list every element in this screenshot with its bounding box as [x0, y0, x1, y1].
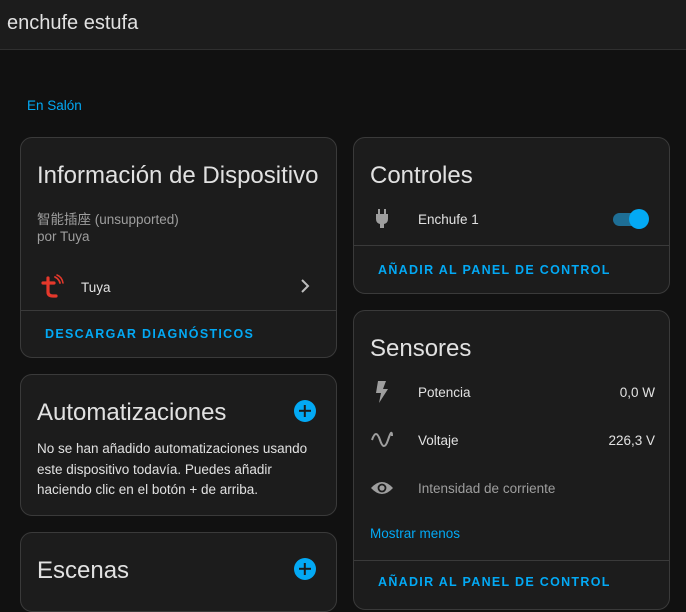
- download-diagnostics-button[interactable]: DESCARGAR DIAGNÓSTICOS: [45, 327, 254, 341]
- scenes-title: Escenas: [37, 557, 130, 584]
- automations-empty-text: No se han añadido automatizaciones usand…: [37, 441, 308, 497]
- flash-icon: [373, 380, 391, 409]
- sensor-value: 0,0 W: [619, 385, 655, 400]
- automations-card: Automatizaciones No se han añadido autom…: [20, 374, 337, 516]
- power-plug-icon: [374, 208, 390, 235]
- sensors-title: Sensores: [370, 335, 472, 362]
- integration-label: Tuya: [81, 280, 111, 295]
- device-info-card: Información de Dispositivo 智能插座 (unsuppo…: [20, 137, 337, 358]
- device-model: 智能插座 (unsupported): [37, 212, 179, 227]
- add-automation-button[interactable]: [294, 400, 316, 422]
- page-title: enchufe estufa: [7, 12, 139, 34]
- controls-add-to-dashboard-button[interactable]: AÑADIR AL PANEL DE CONTROL: [378, 263, 611, 277]
- sine-wave-icon: [371, 430, 393, 455]
- device-info-title: Información de Dispositivo: [37, 162, 319, 189]
- sensor-label: Intensidad de corriente: [418, 481, 556, 496]
- enchufe-1-toggle[interactable]: [611, 208, 649, 230]
- sensor-label: Voltaje: [418, 433, 459, 448]
- controls-title: Controles: [370, 162, 473, 189]
- integration-row[interactable]: Tuya: [21, 266, 336, 306]
- divider: [21, 310, 336, 311]
- sensors-card: Sensores Potencia 0,0 W Voltaje 226,3 V …: [353, 310, 670, 610]
- area-link[interactable]: En Salón: [27, 98, 82, 113]
- scenes-card: Escenas: [20, 532, 337, 612]
- entity-label: Enchufe 1: [418, 212, 479, 227]
- sensor-row-voltaje[interactable]: Voltaje 226,3 V: [354, 425, 669, 455]
- show-less-link[interactable]: Mostrar menos: [370, 526, 460, 541]
- sensor-label: Potencia: [418, 385, 471, 400]
- sensor-value: 226,3 V: [608, 433, 655, 448]
- top-app-bar: enchufe estufa: [0, 0, 686, 50]
- tuya-logo-icon: [39, 274, 65, 305]
- eye-icon: [370, 479, 394, 502]
- sensor-row-intensidad[interactable]: Intensidad de corriente: [354, 473, 669, 503]
- controls-card: Controles Enchufe 1 AÑADIR AL PANEL DE C…: [353, 137, 670, 294]
- sensors-add-to-dashboard-button[interactable]: AÑADIR AL PANEL DE CONTROL: [378, 575, 611, 589]
- add-scene-button[interactable]: [294, 558, 316, 580]
- sensor-row-potencia[interactable]: Potencia 0,0 W: [354, 377, 669, 409]
- automations-title: Automatizaciones: [37, 399, 227, 426]
- toggle-knob: [629, 209, 649, 229]
- divider: [354, 245, 669, 246]
- divider: [354, 560, 669, 561]
- device-manufacturer: por Tuya: [37, 229, 90, 244]
- chevron-right-icon: [298, 278, 312, 299]
